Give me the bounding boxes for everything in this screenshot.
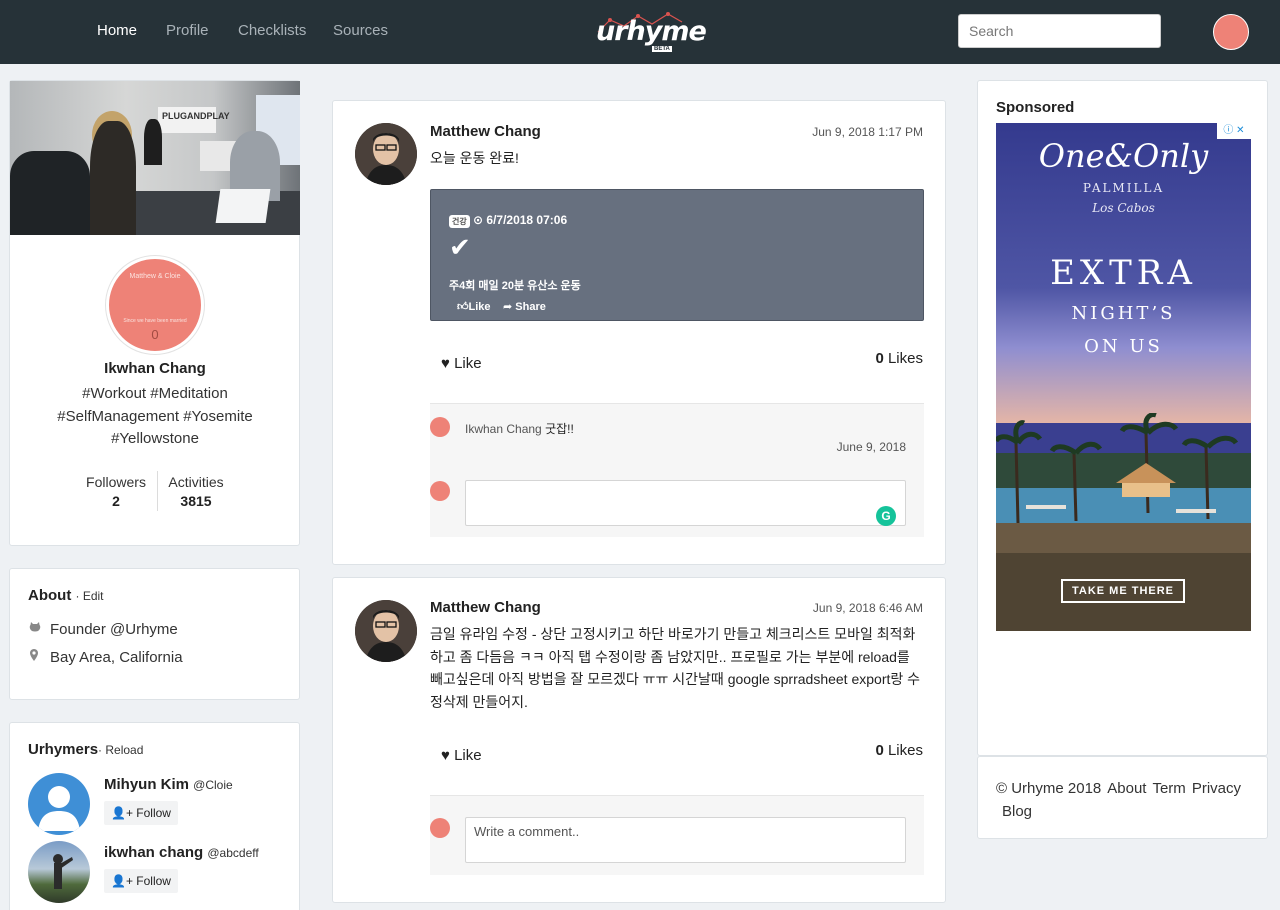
sponsored-title: Sponsored — [996, 99, 1075, 116]
comment-date: June 9, 2018 — [836, 440, 906, 454]
footer-card: © Urhyme 2018 About Term Privacy Blog — [977, 756, 1268, 839]
follow-button-ikwhan[interactable]: 👤+ Follow — [104, 869, 178, 893]
comments-section — [430, 795, 924, 875]
comment-body: Ikwhan Chang 굿잡!! — [465, 422, 574, 436]
embed-share-button[interactable]: ➦ Share — [503, 300, 546, 313]
about-card: About · Edit Founder @Urhyme Bay Area, C… — [9, 568, 300, 700]
profile-name[interactable]: Ikwhan Chang — [10, 360, 300, 377]
post-timestamp[interactable]: Jun 9, 2018 6:46 AM — [813, 601, 923, 615]
embed-like-button[interactable]: 👍︎Like — [457, 300, 491, 313]
activities-stat[interactable]: Activities 3815 — [146, 474, 246, 509]
about-edit-link[interactable]: · Edit — [76, 589, 104, 603]
about-title: About · Edit — [28, 587, 104, 604]
logo-text: urhyme — [596, 16, 707, 47]
search-input[interactable] — [958, 14, 1161, 48]
post-card: Matthew Chang Jun 9, 2018 1:17 PM 오늘 운동 … — [332, 100, 946, 565]
checkmark-icon: ✔ — [449, 232, 471, 262]
footer-link-term[interactable]: Term — [1152, 780, 1185, 797]
urhymers-card: Urhymers· Reload Mihyun Kim @Cloie 👤+ Fo… — [9, 722, 300, 910]
post-author-avatar[interactable] — [355, 123, 417, 185]
heart-icon: ♥ — [441, 355, 450, 372]
follow-button-mihyun[interactable]: 👤+ Follow — [104, 801, 178, 825]
urhymers-reload-link[interactable]: · Reload — [98, 743, 143, 757]
avatar-subtitle: Since we have been married — [123, 318, 187, 324]
user-name-ikwhan: ikwhan chang @abcdeff — [104, 844, 259, 861]
profile-card: PLUGANDPLAY Matthew & Cloie Since we hav… — [9, 80, 300, 546]
profile-cover-photo: PLUGANDPLAY — [10, 81, 300, 235]
comment-input[interactable] — [465, 480, 906, 526]
avatar-title: Matthew & Cloie — [129, 273, 181, 280]
post-author-name[interactable]: Matthew Chang — [430, 123, 541, 140]
ad-headline: EXTRA — [1050, 253, 1197, 293]
user-avatar-ikwhan[interactable] — [28, 841, 90, 903]
urhyme-logo[interactable]: urhyme BETA — [590, 10, 707, 56]
cover-sign-text: PLUGANDPLAY — [162, 111, 230, 121]
activities-count: 3815 — [180, 493, 212, 509]
like-button[interactable]: ♥ Like — [441, 747, 482, 764]
post-timestamp[interactable]: Jun 9, 2018 1:17 PM — [812, 125, 923, 139]
commenter-avatar[interactable] — [430, 417, 450, 437]
nav-home[interactable]: Home — [97, 22, 137, 39]
comment-input[interactable] — [465, 817, 906, 863]
comments-section: Ikwhan Chang 굿잡!! June 9, 2018 G — [430, 403, 924, 537]
about-row-location: Bay Area, California — [28, 648, 183, 666]
activities-label: Activities — [168, 474, 224, 490]
user-avatar-menu[interactable] — [1213, 14, 1249, 50]
post-text: 오늘 운동 완료! — [430, 150, 519, 166]
ad-headline-2: NIGHT’S — [1071, 303, 1176, 324]
user-avatar-mihyun[interactable] — [28, 773, 90, 835]
likes-counter: 0 Likes — [875, 350, 923, 367]
top-navbar: Home Profile Checklists Sources urhyme B… — [0, 0, 1280, 64]
post-author-name[interactable]: Matthew Chang — [430, 599, 541, 616]
footer-links: © Urhyme 2018 About Term Privacy Blog — [996, 777, 1256, 823]
advertisement-banner[interactable]: One&Only PALMILLA Los Cabos EXTRA NIGHT’… — [996, 123, 1251, 631]
github-icon — [28, 620, 50, 637]
share-icon: ➦ — [503, 301, 516, 313]
statue-photo-icon — [53, 854, 73, 889]
nav-checklists[interactable]: Checklists — [238, 22, 306, 39]
nav-profile[interactable]: Profile — [166, 22, 209, 39]
ad-brand: One&Only — [1038, 137, 1209, 175]
heart-icon: ♥ — [441, 747, 450, 764]
add-user-icon: 👤+ — [111, 874, 133, 888]
post-author-avatar[interactable] — [355, 600, 417, 662]
user-name-mihyun: Mihyun Kim @Cloie — [104, 776, 233, 793]
beta-badge: BETA — [652, 46, 672, 52]
footer-link-privacy[interactable]: Privacy — [1192, 780, 1241, 797]
resort-palm-trees-image — [996, 413, 1251, 553]
sponsored-card: Sponsored One&Only PALMILLA Los Cabos EX… — [977, 80, 1268, 756]
nav-sources[interactable]: Sources — [333, 22, 388, 39]
copyright-text: © Urhyme 2018 — [996, 780, 1102, 797]
ad-headline-3: ON US — [1084, 336, 1163, 357]
likes-counter: 0 Likes — [875, 742, 923, 759]
post-card: Matthew Chang Jun 9, 2018 6:46 AM 금일 유라임… — [332, 577, 946, 903]
profile-hashtags: #Workout #Meditation #SelfManagement #Yo… — [57, 385, 253, 447]
add-user-icon: 👤+ — [111, 806, 133, 820]
current-user-avatar — [430, 481, 450, 501]
current-user-avatar — [430, 818, 450, 838]
thumbs-up-icon: 👍︎ — [457, 301, 469, 313]
ad-location: Los Cabos — [1092, 201, 1155, 215]
embed-date: ⊙ 6/7/2018 07:06 — [473, 213, 568, 227]
map-pin-icon — [28, 648, 50, 665]
ad-cta-button[interactable]: TAKE ME THERE — [1061, 579, 1185, 603]
category-badge: 건강 — [449, 215, 470, 228]
footer-link-blog[interactable]: Blog — [1002, 803, 1032, 820]
ad-choices-icon[interactable]: ⓘ ✕ — [1217, 123, 1251, 139]
about-row-role: Founder @Urhyme — [28, 620, 178, 638]
grammarly-icon[interactable]: G — [876, 506, 896, 526]
profile-avatar[interactable]: Matthew & Cloie Since we have been marri… — [106, 256, 204, 354]
avatar-counter: 0 — [151, 327, 159, 342]
default-person-icon — [38, 786, 80, 831]
like-button[interactable]: ♥ Like — [441, 355, 482, 372]
footer-link-about[interactable]: About — [1107, 780, 1146, 797]
post-text: 금일 유라임 수정 - 상단 고정시키고 하단 바로가기 만들고 체크리스트 모… — [430, 626, 921, 710]
ad-subtitle: PALMILLA — [1082, 181, 1165, 195]
checklist-embed[interactable]: 건강 ⊙ 6/7/2018 07:06 ✔ 주4회 매일 20분 유산소 운동 … — [430, 189, 924, 321]
embed-checklist-text: 주4회 매일 20분 유산소 운동 — [449, 280, 581, 292]
urhymers-title: Urhymers· Reload — [28, 741, 144, 758]
comment-author[interactable]: Ikwhan Chang — [465, 422, 542, 436]
